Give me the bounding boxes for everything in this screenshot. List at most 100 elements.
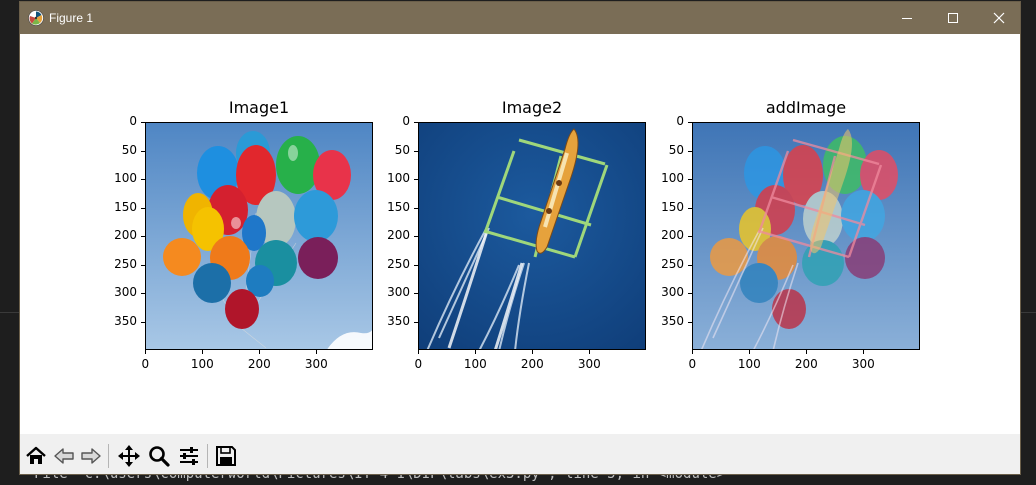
- window-title: Figure 1: [49, 11, 94, 25]
- x-tick-label: 0: [141, 357, 150, 371]
- configure-subplots-button[interactable]: [177, 444, 201, 468]
- y-tick-mark: [141, 207, 145, 209]
- home-button[interactable]: [24, 444, 48, 468]
- x-tick-mark: [806, 350, 808, 354]
- close-button[interactable]: [976, 2, 1022, 34]
- addimage-blend: [693, 123, 919, 349]
- x-tick-label: 300: [851, 357, 875, 371]
- y-tick-mark: [688, 293, 692, 295]
- x-tick-mark: [532, 350, 534, 354]
- close-icon: [993, 12, 1005, 24]
- forward-button[interactable]: [79, 444, 103, 468]
- x-tick-mark: [692, 350, 694, 354]
- y-tick-label: 200: [661, 228, 684, 243]
- home-icon: [26, 446, 46, 464]
- y-tick-label: 150: [114, 199, 137, 214]
- maximize-icon: [948, 13, 958, 23]
- save-button[interactable]: [214, 444, 238, 468]
- save-icon: [216, 446, 236, 466]
- editor-left-margin: [0, 0, 20, 485]
- y-tick-mark: [688, 321, 692, 323]
- y-tick-label: 300: [661, 285, 684, 300]
- x-tick-mark: [202, 350, 204, 354]
- y-tick-label: 250: [387, 256, 410, 271]
- y-tick-label: 350: [387, 313, 410, 328]
- toolbar-separator: [207, 444, 208, 468]
- zoom-icon: [149, 446, 170, 467]
- y-tick-label: 0: [402, 114, 410, 129]
- y-tick-mark: [414, 321, 418, 323]
- configure-subplots-icon: [180, 447, 198, 465]
- axes-image2[interactable]: [418, 122, 646, 350]
- x-tick-mark: [316, 350, 318, 354]
- x-tick-label: 100: [190, 357, 214, 371]
- x-tick-label: 300: [304, 357, 328, 371]
- forward-icon: [81, 448, 101, 464]
- y-tick-mark: [141, 321, 145, 323]
- x-tick-label: 100: [463, 357, 487, 371]
- x-tick-mark: [863, 350, 865, 354]
- y-tick-label: 300: [387, 285, 410, 300]
- minimize-button[interactable]: [884, 2, 930, 34]
- axes-image1[interactable]: [145, 122, 373, 350]
- image2-boat: [419, 123, 645, 349]
- matplotlib-icon: [28, 10, 44, 26]
- x-tick-mark: [749, 350, 751, 354]
- y-tick-label: 250: [114, 256, 137, 271]
- y-tick-label: 100: [661, 171, 684, 186]
- x-tick-mark: [259, 350, 261, 354]
- y-tick-mark: [688, 236, 692, 238]
- pan-icon: [118, 445, 140, 467]
- x-tick-label: 200: [247, 357, 271, 371]
- y-tick-label: 250: [661, 256, 684, 271]
- y-tick-label: 50: [394, 142, 410, 157]
- y-tick-label: 0: [129, 114, 137, 129]
- y-tick-mark: [141, 179, 145, 181]
- y-tick-mark: [414, 236, 418, 238]
- y-tick-mark: [141, 293, 145, 295]
- navigation-toolbar: [20, 434, 1020, 474]
- x-tick-label: 200: [794, 357, 818, 371]
- y-tick-label: 0: [676, 114, 684, 129]
- figure-canvas[interactable]: Image1 Image2 addImage 0 50 100 150 200 …: [20, 34, 1020, 434]
- x-tick-label: 0: [688, 357, 697, 371]
- y-tick-mark: [688, 150, 692, 152]
- y-tick-mark: [141, 150, 145, 152]
- x-tick-mark: [475, 350, 477, 354]
- y-tick-label: 150: [661, 199, 684, 214]
- y-tick-mark: [414, 122, 418, 124]
- y-tick-mark: [414, 293, 418, 295]
- y-tick-mark: [414, 264, 418, 266]
- x-tick-mark: [418, 350, 420, 354]
- image1-balloons: [146, 123, 372, 349]
- x-tick-label: 300: [577, 357, 601, 371]
- y-tick-label: 100: [387, 171, 410, 186]
- y-tick-mark: [141, 122, 145, 124]
- pan-button[interactable]: [117, 444, 141, 468]
- y-tick-mark: [414, 207, 418, 209]
- y-tick-mark: [141, 264, 145, 266]
- axes-addimage[interactable]: [692, 122, 920, 350]
- zoom-button[interactable]: [147, 444, 171, 468]
- minimize-icon: [902, 18, 912, 19]
- x-tick-mark: [145, 350, 147, 354]
- x-tick-label: 100: [737, 357, 761, 371]
- x-tick-mark: [589, 350, 591, 354]
- y-tick-mark: [688, 207, 692, 209]
- y-tick-label: 350: [114, 313, 137, 328]
- figure-window: Figure 1 Image1 Image2 addImage 0 50 100…: [19, 1, 1021, 475]
- y-tick-mark: [141, 236, 145, 238]
- y-tick-label: 200: [114, 228, 137, 243]
- subplot-title-addimage: addImage: [765, 98, 847, 117]
- y-tick-label: 150: [387, 199, 410, 214]
- back-button[interactable]: [52, 444, 76, 468]
- subplot-title-image2: Image2: [501, 98, 563, 117]
- y-tick-mark: [688, 264, 692, 266]
- title-bar[interactable]: Figure 1: [20, 2, 1020, 34]
- y-tick-mark: [688, 179, 692, 181]
- y-tick-mark: [414, 150, 418, 152]
- y-tick-mark: [414, 179, 418, 181]
- maximize-button[interactable]: [930, 2, 976, 34]
- y-tick-label: 200: [387, 228, 410, 243]
- y-tick-label: 50: [121, 142, 137, 157]
